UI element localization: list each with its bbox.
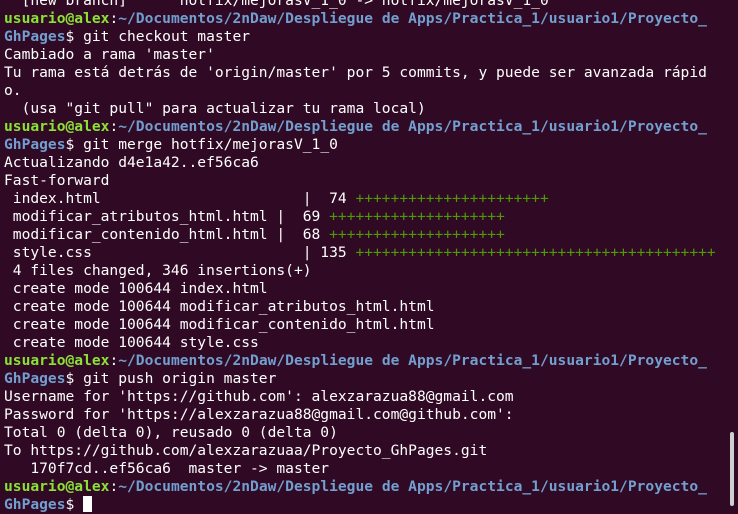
terminal-text: modificar_atributos_html.html | 69 xyxy=(4,208,330,225)
terminal-line: Username for 'https://github.com': alexz… xyxy=(4,388,724,406)
terminal-line: GhPages$ git merge hotfix/mejorasV_1_0 xyxy=(4,136,724,154)
terminal-text: create mode 100644 index.html xyxy=(4,280,268,297)
prompt-path: GhPages xyxy=(4,370,66,387)
terminal-line: create mode 100644 modificar_atributos_h… xyxy=(4,298,724,316)
prompt-path: ~/Documentos/2nDaw/Despliegue de Apps/Pr… xyxy=(118,478,707,495)
prompt-user-host: usuario@alex xyxy=(4,10,110,27)
terminal-text: 170f7cd..ef56ca6 master -> master xyxy=(4,460,330,477)
terminal-text: $ git checkout master xyxy=(65,28,251,45)
prompt-path: ~/Documentos/2nDaw/Despliegue de Apps/Pr… xyxy=(118,118,707,135)
terminal-text: $ xyxy=(65,496,84,513)
text-cursor xyxy=(83,496,93,512)
terminal-line: Total 0 (delta 0), reusado 0 (delta 0) xyxy=(4,424,724,442)
terminal-text: index.html | 74 xyxy=(4,190,356,207)
terminal-text: To https://github.com/alexzarazuaa/Proye… xyxy=(4,442,488,459)
prompt-path: ~/Documentos/2nDaw/Despliegue de Apps/Pr… xyxy=(118,352,707,369)
diffstat-plus-bar: ++++++++++++++++++++++++++++++++++++++++… xyxy=(355,244,716,261)
terminal-text: : xyxy=(109,10,119,27)
terminal-text: Total 0 (delta 0), reusado 0 (delta 0) xyxy=(4,424,338,441)
terminal-text: modificar_contenido_html.html | 68 xyxy=(4,226,330,243)
terminal-line: usuario@alex:~/Documentos/2nDaw/Desplieg… xyxy=(4,352,724,370)
terminal-line: create mode 100644 index.html xyxy=(4,280,724,298)
prompt-path: GhPages xyxy=(4,496,66,513)
terminal-line: GhPages$ git push origin master xyxy=(4,370,724,388)
terminal-text: Tu rama está detrás de 'origin/master' p… xyxy=(4,64,707,81)
terminal-line: (usa "git pull" para actualizar tu rama … xyxy=(4,100,724,118)
terminal-line: Password for 'https://alexzarazua88@gmai… xyxy=(4,406,724,424)
scrollbar-thumb[interactable] xyxy=(730,432,734,506)
terminal-line: Actualizando d4e1a42..ef56ca6 xyxy=(4,154,724,172)
diffstat-plus-bar: ++++++++++++++++++++++ xyxy=(355,190,549,207)
terminal-text: : xyxy=(109,478,119,495)
terminal-text: Fast-forward xyxy=(4,172,110,189)
terminal-text: (usa "git pull" para actualizar tu rama … xyxy=(4,100,426,117)
prompt-path: GhPages xyxy=(4,28,66,45)
terminal-line: [new branch] hotfix/mejorasV_1_0 -> hotf… xyxy=(4,0,724,10)
terminal-text: [new branch] hotfix/mejorasV_1_0 -> hotf… xyxy=(4,0,549,9)
terminal-line: usuario@alex:~/Documentos/2nDaw/Desplieg… xyxy=(4,478,724,496)
terminal-text: Username for 'https://github.com': alexz… xyxy=(4,388,514,405)
terminal-line: Fast-forward xyxy=(4,172,724,190)
diffstat-plus-bar: ++++++++++++++++++++ xyxy=(329,226,505,243)
terminal-line: index.html | 74 ++++++++++++++++++++++ xyxy=(4,190,724,208)
prompt-path: ~/Documentos/2nDaw/Despliegue de Apps/Pr… xyxy=(118,10,707,27)
terminal-line: create mode 100644 style.css xyxy=(4,334,724,352)
terminal-text: create mode 100644 modificar_contenido_h… xyxy=(4,316,435,333)
terminal-line: usuario@alex:~/Documentos/2nDaw/Desplieg… xyxy=(4,10,724,28)
terminal-line: 170f7cd..ef56ca6 master -> master xyxy=(4,460,724,478)
terminal-text: Password for 'https://alexzarazua88@gmai… xyxy=(4,406,514,423)
prompt-path: GhPages xyxy=(4,136,66,153)
terminal-line: Tu rama está detrás de 'origin/master' p… xyxy=(4,64,724,82)
prompt-user-host: usuario@alex xyxy=(4,118,110,135)
terminal-text: o. xyxy=(4,82,22,99)
terminal-line: create mode 100644 modificar_contenido_h… xyxy=(4,316,724,334)
terminal-text: create mode 100644 modificar_atributos_h… xyxy=(4,298,435,315)
terminal-line: GhPages$ xyxy=(4,496,724,514)
terminal-text: Cambiado a rama 'master' xyxy=(4,46,215,63)
terminal-window[interactable]: [new branch] hotfix/mejorasV_1_0 -> hotf… xyxy=(0,0,738,514)
terminal-text: style.css | 135 xyxy=(4,244,356,261)
diffstat-plus-bar: ++++++++++++++++++++ xyxy=(329,208,505,225)
terminal-text: $ git merge hotfix/mejorasV_1_0 xyxy=(65,136,338,153)
terminal-line: usuario@alex:~/Documentos/2nDaw/Desplieg… xyxy=(4,118,724,136)
terminal-line: o. xyxy=(4,82,724,100)
prompt-user-host: usuario@alex xyxy=(4,478,110,495)
terminal-line: To https://github.com/alexzarazuaa/Proye… xyxy=(4,442,724,460)
terminal-line: GhPages$ git checkout master xyxy=(4,28,724,46)
terminal-line: 4 files changed, 346 insertions(+) xyxy=(4,262,724,280)
terminal-text: Actualizando d4e1a42..ef56ca6 xyxy=(4,154,259,171)
terminal-text: $ git push origin master xyxy=(65,370,277,387)
terminal-output[interactable]: [new branch] hotfix/mejorasV_1_0 -> hotf… xyxy=(4,0,724,514)
terminal-text: 4 files changed, 346 insertions(+) xyxy=(4,262,312,279)
prompt-user-host: usuario@alex xyxy=(4,352,110,369)
terminal-line: modificar_atributos_html.html | 69 +++++… xyxy=(4,208,724,226)
terminal-text: create mode 100644 style.css xyxy=(4,334,259,351)
terminal-text: : xyxy=(109,118,119,135)
terminal-line: style.css | 135 ++++++++++++++++++++++++… xyxy=(4,244,724,262)
terminal-line: Cambiado a rama 'master' xyxy=(4,46,724,64)
terminal-line: modificar_contenido_html.html | 68 +++++… xyxy=(4,226,724,244)
terminal-text: : xyxy=(109,352,119,369)
